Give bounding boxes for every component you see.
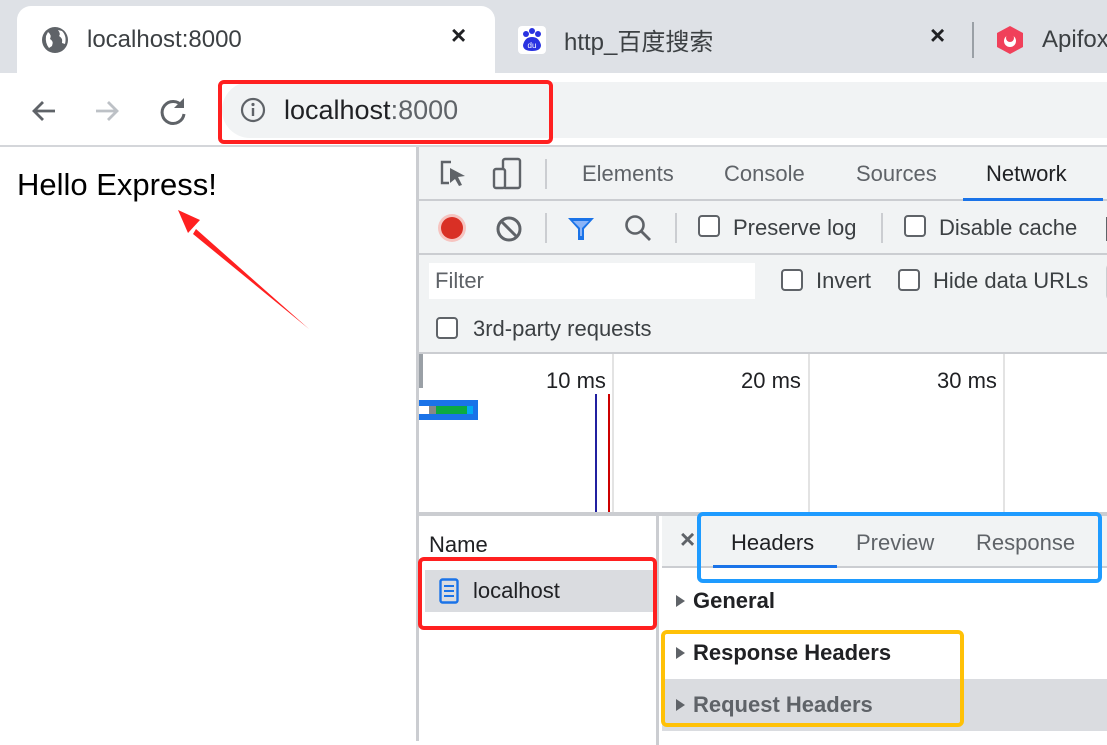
tab-strip: localhost:8000 × du http_百度搜索 × Apifox <box>0 0 1107 73</box>
section-general[interactable]: General <box>676 588 775 614</box>
request-list: Name localhost <box>419 516 659 745</box>
divider <box>675 213 677 243</box>
bar-waiting-segment <box>436 406 467 414</box>
filter-input[interactable] <box>429 263 755 299</box>
disable-cache-checkbox[interactable] <box>904 215 926 237</box>
invert-checkbox[interactable] <box>781 269 803 291</box>
annotation-box-address <box>218 80 553 144</box>
section-title: General <box>693 588 775 613</box>
divider <box>881 213 883 243</box>
overview-drag-handle[interactable] <box>419 354 423 388</box>
tab-baidu[interactable]: du http_百度搜索 × <box>500 6 970 73</box>
tick-label: 20 ms <box>741 368 801 393</box>
filter-icon[interactable] <box>566 215 596 248</box>
divider <box>545 159 547 189</box>
clear-icon[interactable] <box>495 215 523 248</box>
page-viewport: Hello Express! <box>0 147 416 741</box>
gridline <box>1003 354 1005 514</box>
disable-cache-label: Disable cache <box>939 215 1078 240</box>
close-detail-icon[interactable]: × <box>680 524 695 555</box>
close-tab-icon[interactable]: × <box>451 20 466 51</box>
tab-network[interactable]: Network <box>986 161 1067 187</box>
tab-separator <box>972 22 974 58</box>
tab-sources[interactable]: Sources <box>856 161 937 187</box>
preserve-log-label: Preserve log <box>733 215 857 240</box>
tab-elements[interactable]: Elements <box>582 161 674 187</box>
expand-triangle-icon <box>676 595 685 607</box>
tab-apifox[interactable]: Apifox <box>978 6 1107 73</box>
bar-download-segment <box>467 406 473 414</box>
arrow-left-icon <box>32 101 55 121</box>
annotation-box-request <box>418 557 657 630</box>
load-event-marker <box>608 394 610 514</box>
annotation-arrow <box>178 210 309 329</box>
gridline <box>808 354 810 514</box>
annotation-box-headers <box>661 630 964 727</box>
record-button[interactable] <box>437 213 467 248</box>
tab-console[interactable]: Console <box>724 161 805 187</box>
annotation-box-detail-tabs <box>697 512 1102 583</box>
third-party-label: 3rd-party requests <box>473 316 652 341</box>
tab-title: http_百度搜索 <box>564 29 714 56</box>
divider <box>545 213 547 243</box>
hide-data-urls-checkbox[interactable] <box>898 269 920 291</box>
apifox-icon <box>996 25 1024 54</box>
svg-text:du: du <box>528 41 537 50</box>
tab-title: Apifox <box>1042 25 1107 53</box>
reload-button[interactable] <box>155 93 191 129</box>
network-toolbar: Preserve log Disable cache <box>419 201 1107 255</box>
back-button[interactable] <box>26 93 62 129</box>
search-icon[interactable] <box>623 213 653 248</box>
third-party-checkbox[interactable] <box>436 317 458 339</box>
arrow-right-icon <box>96 101 119 121</box>
bar-stalled-segment <box>429 406 436 414</box>
reload-icon <box>160 98 186 125</box>
tab-title: localhost:8000 <box>87 25 242 53</box>
tab-localhost[interactable]: localhost:8000 × <box>17 6 495 73</box>
gridline <box>612 354 614 514</box>
browser-toolbar: localhost:8000 <box>0 73 1107 147</box>
request-waterfall-bar[interactable] <box>419 400 478 420</box>
dom-content-loaded-marker <box>595 394 597 514</box>
tick-label: 10 ms <box>546 368 606 393</box>
hide-data-urls-label: Hide data URLs <box>933 268 1089 293</box>
inspect-element-icon[interactable] <box>439 159 469 194</box>
bar-queue-segment <box>419 406 429 414</box>
devtools-tabbar: Elements Console Sources Network <box>419 147 1107 201</box>
forward-button[interactable] <box>89 93 125 129</box>
network-overview-timeline[interactable]: 10 ms 20 ms 30 ms <box>419 352 1107 514</box>
tick-label: 30 ms <box>937 368 997 393</box>
invert-label: Invert <box>816 268 872 293</box>
globe-icon <box>41 26 69 54</box>
name-column-header[interactable]: Name <box>429 532 488 558</box>
close-tab-icon[interactable]: × <box>930 20 945 51</box>
preserve-log-checkbox[interactable] <box>698 215 720 237</box>
device-toolbar-icon[interactable] <box>491 157 525 196</box>
baidu-paw-icon: du <box>518 25 546 54</box>
